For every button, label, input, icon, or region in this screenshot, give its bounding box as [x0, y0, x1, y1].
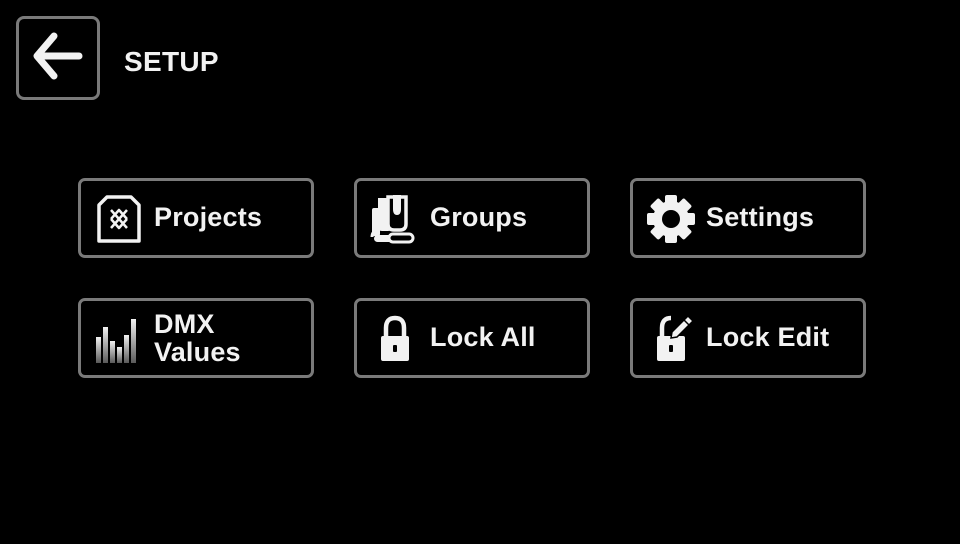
arrow-left-icon	[33, 31, 83, 86]
back-button[interactable]	[16, 16, 100, 100]
dmx-values-label: DMX Values	[154, 310, 241, 366]
lock-edit-label: Lock Edit	[706, 322, 830, 352]
dmx-values-label-line1: DMX	[154, 309, 215, 339]
padlock-pencil-icon	[645, 313, 697, 365]
dmx-values-label-line2: Values	[154, 337, 241, 367]
groups-label: Groups	[430, 202, 528, 232]
settings-label: Settings	[706, 202, 815, 232]
projects-button[interactable]: Projects	[78, 178, 314, 258]
lock-all-button[interactable]: Lock All	[354, 298, 590, 378]
lock-all-label: Lock All	[430, 322, 536, 352]
padlock-icon	[369, 313, 421, 365]
level-bars-icon	[93, 313, 145, 365]
groups-button[interactable]: Groups	[354, 178, 590, 258]
settings-button[interactable]: Settings	[630, 178, 866, 258]
document-diamond-icon	[93, 193, 145, 245]
stacked-fixtures-icon	[369, 193, 421, 245]
projects-label: Projects	[154, 202, 263, 232]
page-title: SETUP	[124, 46, 219, 77]
gear-icon	[645, 193, 697, 245]
dmx-values-button[interactable]: DMX Values	[78, 298, 314, 378]
lock-edit-button[interactable]: Lock Edit	[630, 298, 866, 378]
